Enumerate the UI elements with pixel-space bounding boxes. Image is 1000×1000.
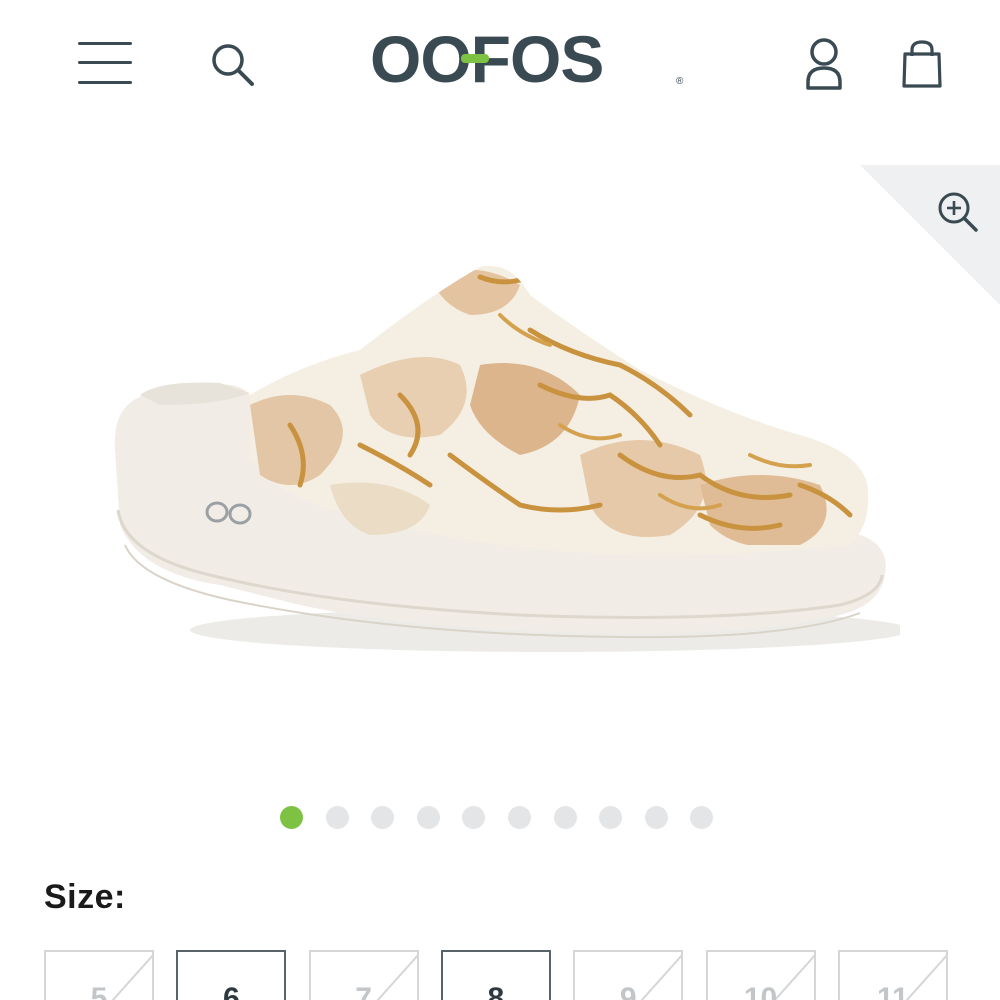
carousel-dot[interactable] bbox=[690, 806, 714, 829]
carousel-dot[interactable] bbox=[462, 806, 486, 829]
bag-icon[interactable] bbox=[898, 38, 946, 90]
size-option-10[interactable]: 10 bbox=[705, 950, 816, 1000]
size-option-label: 8 bbox=[487, 982, 505, 1000]
logo-registered: ® bbox=[676, 76, 684, 87]
size-option-label: 6 bbox=[222, 982, 240, 1000]
size-option-label: 7 bbox=[355, 982, 372, 1000]
carousel-dot[interactable] bbox=[599, 806, 623, 829]
size-option-6[interactable]: 6 bbox=[176, 950, 287, 1000]
carousel-dot[interactable] bbox=[553, 806, 577, 829]
carousel-dot[interactable] bbox=[644, 806, 668, 829]
size-option-7[interactable]: 7 bbox=[308, 950, 419, 1000]
carousel-dot[interactable] bbox=[371, 806, 395, 829]
carousel-dot[interactable] bbox=[325, 806, 349, 829]
product-image-clog[interactable] bbox=[100, 255, 910, 675]
size-option-label: 5 bbox=[90, 982, 108, 1000]
site-header: OOFOS ® bbox=[0, 0, 1000, 125]
image-carousel-dots bbox=[280, 806, 730, 830]
size-option-label: 10 bbox=[743, 982, 778, 1000]
product-page: OOFOS ® Size: 5 6 7 8 9 10 11 bbox=[0, 0, 1000, 1000]
menu-icon[interactable] bbox=[78, 40, 134, 88]
size-option-label: 9 bbox=[619, 982, 637, 1000]
carousel-dot[interactable] bbox=[416, 806, 440, 829]
size-label: Size: bbox=[44, 878, 126, 916]
account-icon[interactable] bbox=[800, 36, 848, 92]
size-option-5[interactable]: 5 bbox=[44, 950, 154, 1000]
zoom-in-icon[interactable] bbox=[934, 188, 980, 234]
carousel-dot[interactable] bbox=[508, 806, 531, 829]
brand-logo[interactable]: OOFOS ® bbox=[368, 22, 688, 96]
carousel-dot[interactable] bbox=[280, 806, 303, 829]
search-icon[interactable] bbox=[208, 40, 258, 90]
size-option-label: 11 bbox=[876, 982, 909, 1000]
size-option-11[interactable]: 11 bbox=[837, 950, 948, 1000]
size-options: 5 6 7 8 9 10 11 bbox=[44, 950, 954, 1000]
size-option-9[interactable]: 9 bbox=[573, 950, 684, 1000]
size-option-8[interactable]: 8 bbox=[440, 950, 551, 1000]
